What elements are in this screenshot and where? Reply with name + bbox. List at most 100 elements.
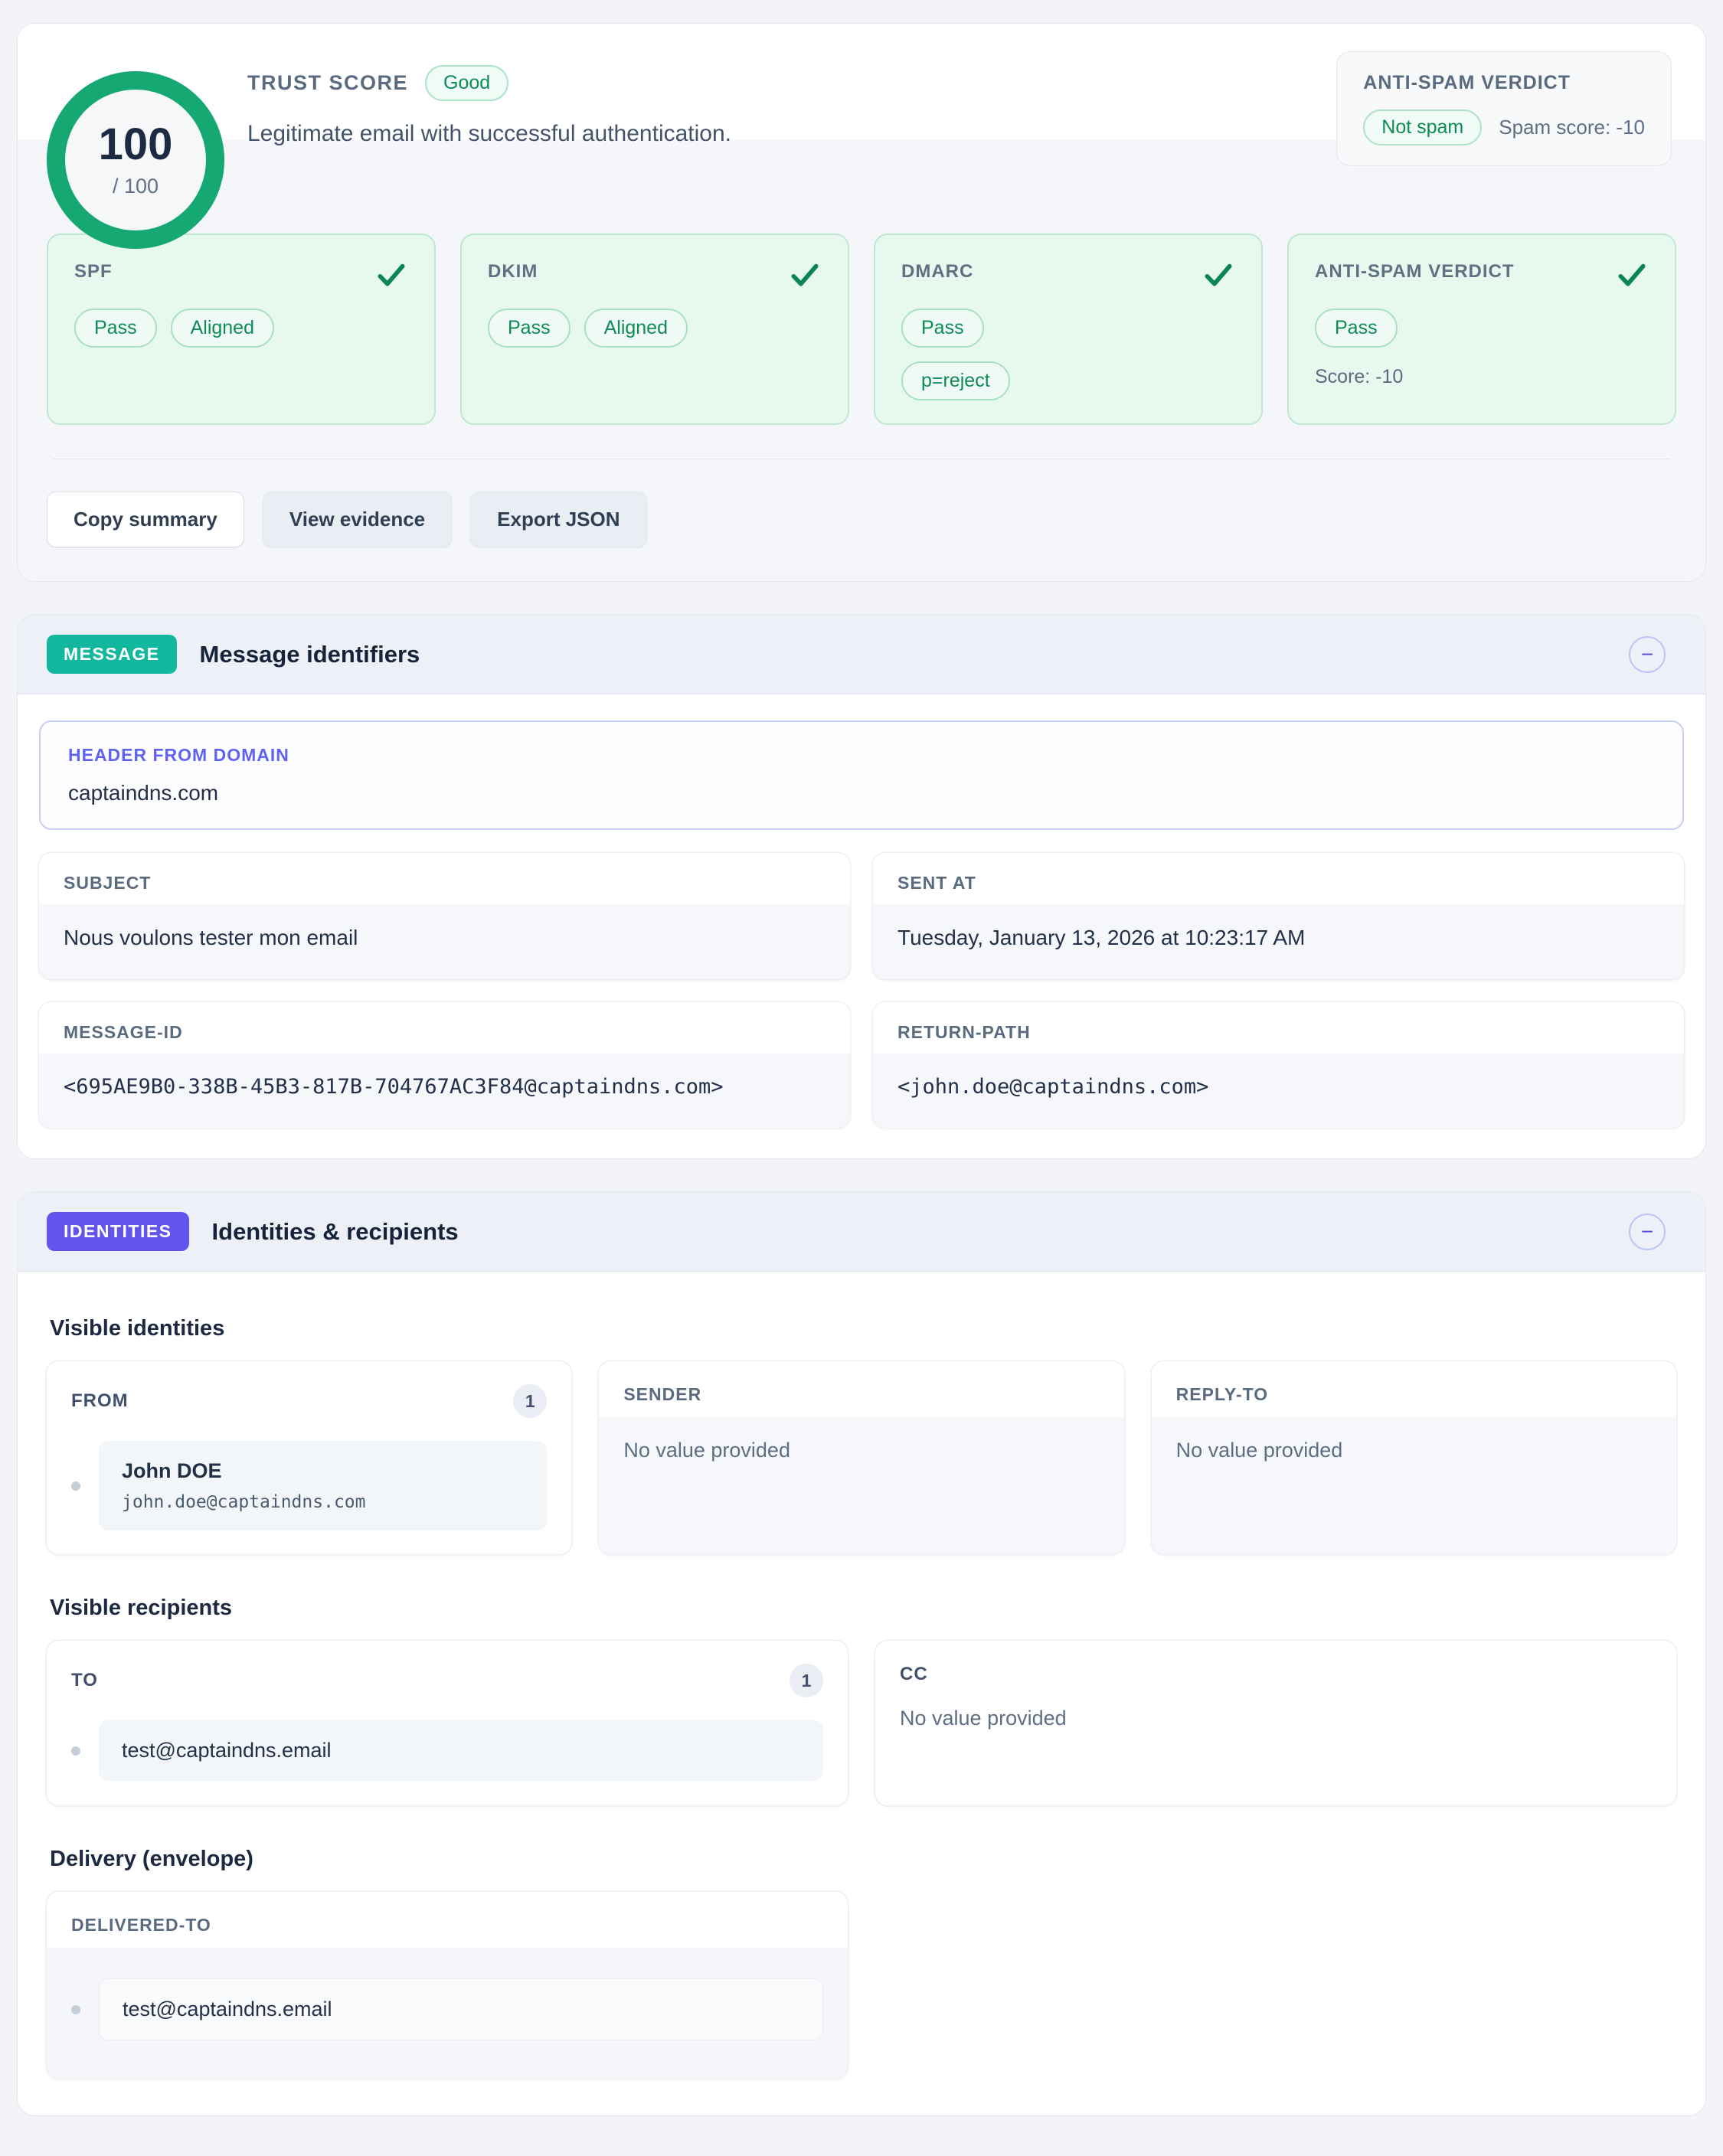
sent-at-label: SENT AT xyxy=(873,853,1684,904)
subject-value: Nous voulons tester mon email xyxy=(39,904,850,979)
trust-score-value: 100 xyxy=(99,122,173,167)
status-pill: Pass xyxy=(74,309,157,348)
summary-body: SPF Pass Aligned DKIM Pass Aligned xyxy=(18,140,1705,581)
check-icon xyxy=(788,258,822,292)
from-entry: John DOE john.doe@captaindns.com xyxy=(71,1441,547,1530)
delivered-to-body: test@captaindns.email xyxy=(47,1948,848,2079)
sender-card: SENDER No value provided xyxy=(599,1361,1123,1554)
bullet-dot-icon xyxy=(71,1481,80,1491)
status-pill: Pass xyxy=(1315,309,1398,348)
collapse-message-section-button[interactable]: − xyxy=(1629,636,1666,673)
copy-summary-button[interactable]: Copy summary xyxy=(47,492,244,547)
subject-label: SUBJECT xyxy=(39,853,850,904)
subject-field-card: SUBJECT Nous voulons tester mon email xyxy=(39,853,850,979)
reply-to-card: REPLY-TO No value provided xyxy=(1152,1361,1676,1554)
sent-at-field-card: SENT AT Tuesday, January 13, 2026 at 10:… xyxy=(873,853,1684,979)
return-path-field-card: RETURN-PATH <john.doe@captaindns.com> xyxy=(873,1002,1684,1128)
status-pill: Pass xyxy=(901,309,984,348)
trust-score-label: TRUST SCORE xyxy=(247,71,408,95)
message-id-value: <695AE9B0-338B-45B3-817B-704767AC3F84@ca… xyxy=(39,1054,850,1128)
summary-texts: TRUST SCORE Good Legitimate email with s… xyxy=(247,51,1336,147)
bullet-dot-icon xyxy=(71,2005,80,2014)
delivery-heading: Delivery (envelope) xyxy=(50,1847,1673,1872)
message-section-title: Message identifiers xyxy=(200,641,1629,668)
from-email: john.doe@captaindns.com xyxy=(122,1492,524,1512)
return-path-label: RETURN-PATH xyxy=(873,1002,1684,1054)
from-card: FROM 1 John DOE john.doe@captaindns.com xyxy=(47,1361,571,1554)
message-id-label: MESSAGE-ID xyxy=(39,1002,850,1054)
trust-description: Legitimate email with successful authent… xyxy=(247,121,1336,147)
trust-score-denominator: / 100 xyxy=(113,175,159,198)
message-id-field-card: MESSAGE-ID <695AE9B0-338B-45B3-817B-7047… xyxy=(39,1002,850,1128)
antispam-check-card: ANTI-SPAM VERDICT Pass Score: -10 xyxy=(1287,234,1676,425)
not-spam-badge: Not spam xyxy=(1363,109,1482,145)
status-pill: Pass xyxy=(488,309,571,348)
message-section-header: MESSAGE Message identifiers − xyxy=(18,615,1705,694)
view-evidence-button[interactable]: View evidence xyxy=(263,492,452,547)
summary-actions: Copy summary View evidence Export JSON xyxy=(47,492,1676,547)
check-icon xyxy=(1202,258,1235,292)
identities-section-body: Visible identities FROM 1 John DOE john.… xyxy=(18,1272,1705,2115)
from-label: FROM xyxy=(71,1390,129,1412)
delivered-to-label: DELIVERED-TO xyxy=(47,1892,848,1948)
collapse-identities-section-button[interactable]: − xyxy=(1629,1214,1666,1250)
cc-card: CC No value provided xyxy=(875,1641,1676,1805)
check-icon xyxy=(1615,258,1649,292)
sender-label: SENDER xyxy=(599,1361,1123,1417)
trust-score-ring: 100 / 100 xyxy=(47,71,224,249)
sent-at-value: Tuesday, January 13, 2026 at 10:23:17 AM xyxy=(873,904,1684,979)
trust-summary-card: 100 / 100 TRUST SCORE Good Legitimate em… xyxy=(17,23,1706,582)
auth-checks-grid: SPF Pass Aligned DKIM Pass Aligned xyxy=(47,234,1676,425)
spf-card-title: SPF xyxy=(74,258,113,283)
delivered-to-card: DELIVERED-TO test@captaindns.email xyxy=(47,1892,848,2079)
sender-empty-value: No value provided xyxy=(599,1417,1123,1554)
status-pill: Aligned xyxy=(171,309,274,348)
to-card: TO 1 test@captaindns.email xyxy=(47,1641,848,1805)
from-count-badge: 1 xyxy=(513,1384,547,1418)
reply-to-label: REPLY-TO xyxy=(1152,1361,1676,1417)
identities-tag: IDENTITIES xyxy=(47,1212,189,1251)
dkim-card-title: DKIM xyxy=(488,258,538,283)
antispam-panel-title: ANTI-SPAM VERDICT xyxy=(1363,72,1645,94)
check-icon xyxy=(374,258,408,292)
cc-empty-value: No value provided xyxy=(900,1707,1652,1730)
spam-score-text: Spam score: -10 xyxy=(1499,116,1645,139)
return-path-value: <john.doe@captaindns.com> xyxy=(873,1054,1684,1128)
antispam-score-note: Score: -10 xyxy=(1315,366,1649,388)
dmarc-check-card: DMARC Pass p=reject xyxy=(874,234,1263,425)
antispam-verdict-panel: ANTI-SPAM VERDICT Not spam Spam score: -… xyxy=(1336,51,1672,166)
to-label: TO xyxy=(71,1670,98,1691)
visible-recipients-heading: Visible recipients xyxy=(50,1596,1673,1621)
delivered-to-email: test@captaindns.email xyxy=(123,1998,799,2021)
to-count-badge: 1 xyxy=(790,1664,823,1697)
status-pill: p=reject xyxy=(901,361,1010,400)
dmarc-card-title: DMARC xyxy=(901,258,973,283)
export-json-button[interactable]: Export JSON xyxy=(470,492,646,547)
minus-icon: − xyxy=(1641,1221,1653,1243)
header-from-domain-card: HEADER FROM DOMAIN captaindns.com xyxy=(39,720,1684,830)
delivered-to-entry: test@captaindns.email xyxy=(71,1978,823,2040)
to-email: test@captaindns.email xyxy=(122,1739,800,1762)
message-section-body: HEADER FROM DOMAIN captaindns.com SUBJEC… xyxy=(18,694,1705,1158)
cc-label: CC xyxy=(900,1664,928,1684)
header-from-domain-label: HEADER FROM DOMAIN xyxy=(68,745,1655,766)
antispam-card-title: ANTI-SPAM VERDICT xyxy=(1315,258,1515,283)
from-display-name: John DOE xyxy=(122,1459,524,1483)
header-from-domain-value: captaindns.com xyxy=(68,781,1655,805)
summary-header: TRUST SCORE Good Legitimate email with s… xyxy=(18,24,1705,140)
minus-icon: − xyxy=(1641,644,1653,665)
visible-identities-heading: Visible identities xyxy=(50,1316,1673,1341)
spacer xyxy=(875,1892,1676,2079)
bullet-dot-icon xyxy=(71,1746,80,1756)
identities-section-title: Identities & recipients xyxy=(212,1218,1629,1246)
status-pill: Aligned xyxy=(584,309,688,348)
dkim-check-card: DKIM Pass Aligned xyxy=(460,234,849,425)
identities-section-header: IDENTITIES Identities & recipients − xyxy=(18,1192,1705,1272)
message-identifiers-section: MESSAGE Message identifiers − HEADER FRO… xyxy=(17,614,1706,1159)
trust-grade-badge: Good xyxy=(425,65,508,101)
reply-to-empty-value: No value provided xyxy=(1152,1417,1676,1554)
identities-section: IDENTITIES Identities & recipients − Vis… xyxy=(17,1191,1706,2116)
spf-check-card: SPF Pass Aligned xyxy=(47,234,436,425)
message-tag: MESSAGE xyxy=(47,635,177,674)
to-entry: test@captaindns.email xyxy=(71,1720,823,1781)
